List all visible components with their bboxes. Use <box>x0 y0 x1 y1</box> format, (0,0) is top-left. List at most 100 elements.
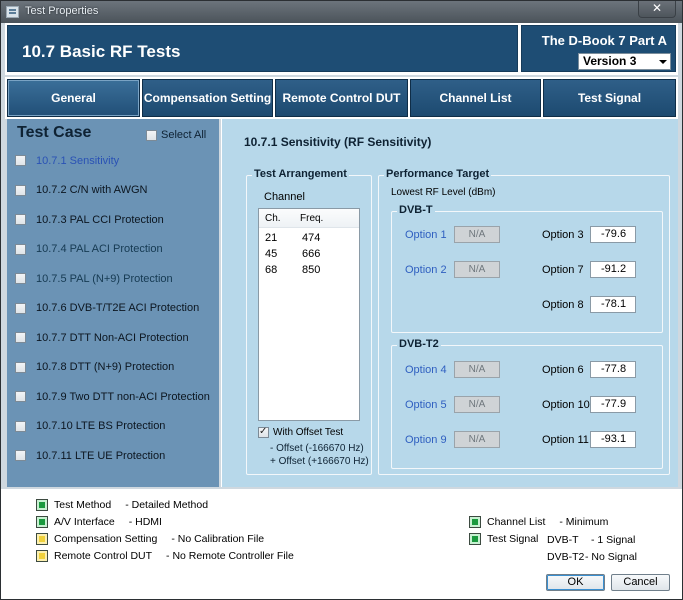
test-signal-dvbt-value: - 1 Signal <box>591 534 636 546</box>
chevron-down-icon <box>659 60 667 64</box>
row-freq: 666 <box>302 248 321 260</box>
test-case-checkbox[interactable] <box>15 450 26 462</box>
tab-channel-list[interactable]: Channel List <box>410 79 541 117</box>
test-case-list: 10.7.1 Sensitivity 10.7.2 C/N with AWGN … <box>7 146 219 471</box>
header: 10.7 Basic RF Tests The D-Book 7 Part A … <box>5 23 678 75</box>
channel-table[interactable]: Ch. Freq. 21 474 45 666 68 850 <box>258 208 360 421</box>
select-all[interactable]: Select All <box>146 129 206 141</box>
test-case-item[interactable]: 10.7.9 Two DTT non-ACI Protection <box>7 382 219 412</box>
header-spec-panel: The D-Book 7 Part A Version 3 <box>521 25 676 72</box>
offset-minus: - Offset (-166670 Hz) <box>270 443 364 454</box>
test-case-checkbox[interactable] <box>15 184 26 196</box>
test-case-checkbox[interactable] <box>15 332 26 344</box>
offset-test[interactable]: With Offset Test <box>258 426 343 438</box>
offset-plus: + Offset (+166670 Hz) <box>270 456 369 467</box>
table-row[interactable]: 68 850 <box>259 264 359 278</box>
tab-compensation-setting[interactable]: Compensation Setting <box>142 79 273 117</box>
window-app-icon <box>6 6 19 18</box>
title-bar: Test Properties ✕ <box>1 1 682 23</box>
status-value: - No Calibration File <box>171 533 265 545</box>
status-key: Compensation Setting <box>54 533 158 545</box>
status-key: A/V Interface <box>54 516 115 528</box>
status-ok-icon <box>36 499 48 511</box>
dvbt2-option-6-field[interactable]: -77.8 <box>590 361 636 378</box>
status-warning-icon <box>36 550 48 562</box>
dvbt-option-3-field[interactable]: -79.6 <box>590 226 636 243</box>
test-case-item[interactable]: 10.7.2 C/N with AWGN <box>7 176 219 206</box>
status-value: - HDMI <box>128 516 162 528</box>
table-row[interactable]: 45 666 <box>259 248 359 262</box>
dvbt-option-8-label: Option 8 <box>542 299 584 311</box>
lowest-rf-label: Lowest RF Level (dBm) <box>391 187 496 198</box>
status-av-interface: A/V Interface - HDMI <box>36 516 162 528</box>
row-ch: 68 <box>265 264 278 276</box>
test-case-label: 10.7.11 LTE UE Protection <box>36 449 166 462</box>
dvbt-option-8-field[interactable]: -78.1 <box>590 296 636 313</box>
table-row[interactable]: 21 474 <box>259 232 359 246</box>
test-case-checkbox[interactable] <box>15 155 26 167</box>
test-case-checkbox[interactable] <box>15 214 26 226</box>
test-case-title: Test Case <box>17 124 92 141</box>
dvbt2-label: DVB-T2 <box>397 338 441 350</box>
test-case-label: 10.7.4 PAL ACI Protection <box>36 243 163 256</box>
status-warning-icon <box>36 533 48 545</box>
test-case-pane: Test Case Select All 10.7.1 Sensitivity … <box>7 119 219 487</box>
close-button[interactable]: ✕ <box>638 1 676 18</box>
dvbt2-option-10-field[interactable]: -77.9 <box>590 396 636 413</box>
dvbt2-option-9-label: Option 9 <box>405 434 447 446</box>
cancel-button[interactable]: Cancel <box>611 574 670 591</box>
dvbt-option-3-label: Option 3 <box>542 229 584 241</box>
version-select[interactable]: Version 3 <box>578 53 671 70</box>
test-case-item[interactable]: 10.7.4 PAL ACI Protection <box>7 235 219 265</box>
select-all-checkbox[interactable] <box>146 129 157 141</box>
dvbt-option-7-label: Option 7 <box>542 264 584 276</box>
test-case-checkbox[interactable] <box>15 391 26 403</box>
offset-test-checkbox[interactable] <box>258 426 269 438</box>
test-case-item[interactable]: 10.7.1 Sensitivity <box>7 146 219 176</box>
test-case-checkbox[interactable] <box>15 273 26 285</box>
tab-test-signal[interactable]: Test Signal <box>543 79 676 117</box>
test-case-item[interactable]: 10.7.8 DTT (N+9) Protection <box>7 353 219 383</box>
status-key: Test Signal <box>487 533 539 545</box>
test-case-checkbox[interactable] <box>15 243 26 255</box>
status-remote: Remote Control DUT - No Remote Controlle… <box>36 550 294 562</box>
test-case-item[interactable]: 10.7.6 DVB-T/T2E ACI Protection <box>7 294 219 324</box>
test-arrangement-label: Test Arrangement <box>252 168 349 180</box>
test-case-label: 10.7.6 DVB-T/T2E ACI Protection <box>36 302 200 315</box>
test-case-checkbox[interactable] <box>15 361 26 373</box>
tab-remote-control-dut[interactable]: Remote Control DUT <box>275 79 408 117</box>
test-case-checkbox[interactable] <box>15 302 26 314</box>
dvbt2-option-5-field: N/A <box>454 396 500 413</box>
test-case-item[interactable]: 10.7.11 LTE UE Protection <box>7 441 219 471</box>
test-case-item[interactable]: 10.7.5 PAL (N+9) Protection <box>7 264 219 294</box>
test-case-checkbox[interactable] <box>15 420 26 432</box>
status-test-method: Test Method - Detailed Method <box>36 499 208 511</box>
header-title-panel: 10.7 Basic RF Tests <box>7 25 518 72</box>
dvbt2-option-5-label: Option 5 <box>405 399 447 411</box>
dvbt-option-7-field[interactable]: -91.2 <box>590 261 636 278</box>
dvbt-option-2-field: N/A <box>454 261 500 278</box>
status-value: - Detailed Method <box>125 499 209 511</box>
tab-general[interactable]: General <box>7 79 140 117</box>
status-ok-icon <box>36 516 48 528</box>
spec-title: The D-Book 7 Part A <box>541 33 667 48</box>
test-case-label: 10.7.5 PAL (N+9) Protection <box>36 272 173 285</box>
dvbt2-option-4-field: N/A <box>454 361 500 378</box>
col-ch: Ch. <box>265 213 281 224</box>
test-case-item[interactable]: 10.7.7 DTT Non-ACI Protection <box>7 323 219 353</box>
test-case-item[interactable]: 10.7.3 PAL CCI Protection <box>7 205 219 235</box>
status-ok-icon <box>469 516 481 528</box>
test-case-label: 10.7.10 LTE BS Protection <box>36 420 166 433</box>
dvbt2-option-4-label: Option 4 <box>405 364 447 376</box>
test-case-item[interactable]: 10.7.10 LTE BS Protection <box>7 412 219 442</box>
test-detail-pane: 10.7.1 Sensitivity (RF Sensitivity) Test… <box>221 119 678 487</box>
dvbt2-option-11-field[interactable]: -93.1 <box>590 431 636 448</box>
status-value: - Minimum <box>559 516 609 528</box>
col-freq: Freq. <box>300 213 324 224</box>
test-detail-title: 10.7.1 Sensitivity (RF Sensitivity) <box>244 135 432 149</box>
ok-button[interactable]: OK <box>546 574 605 591</box>
window-title: Test Properties <box>25 5 99 17</box>
row-ch: 21 <box>265 232 278 244</box>
status-panel: Test Method - Detailed Method A/V Interf… <box>1 489 682 599</box>
test-signal-dvbt: DVB-T <box>547 534 579 546</box>
